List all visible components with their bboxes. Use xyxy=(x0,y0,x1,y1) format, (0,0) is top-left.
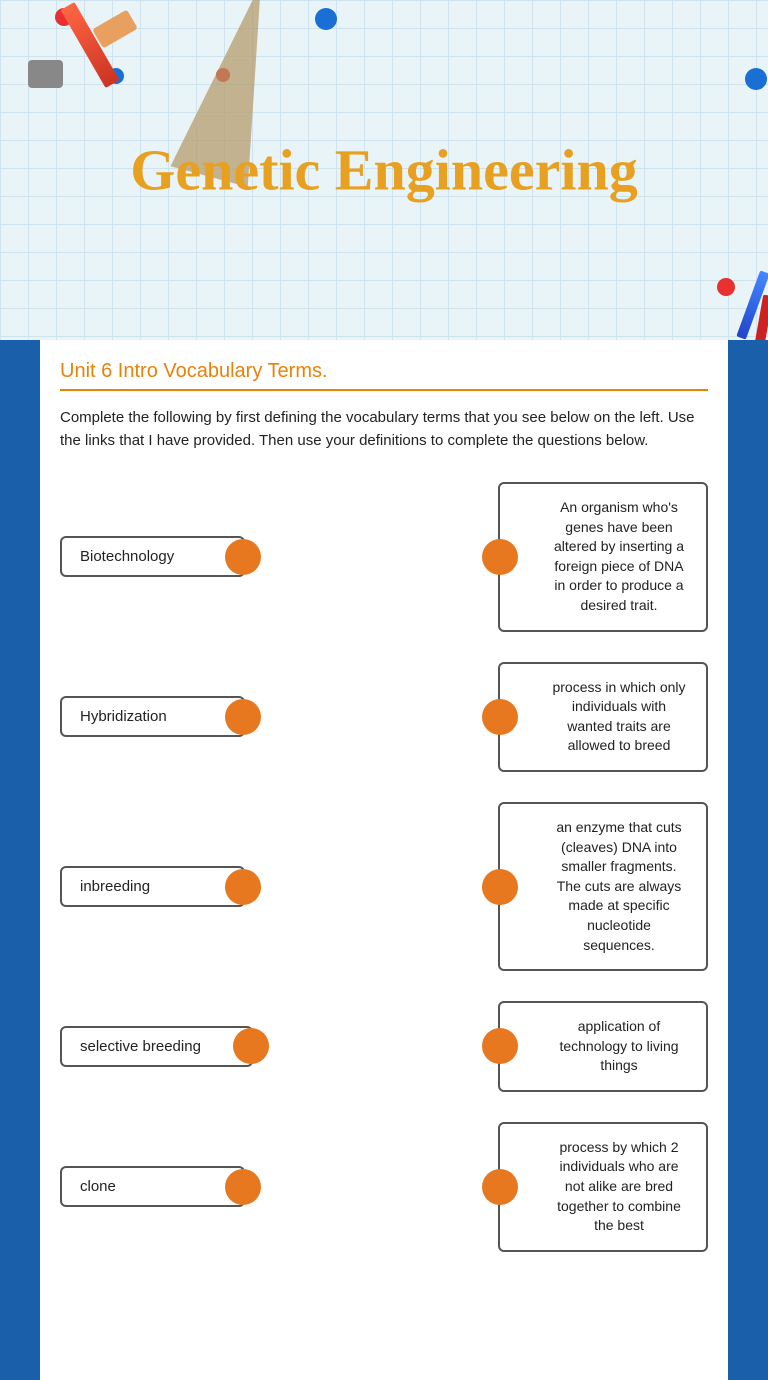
sidebar-right xyxy=(728,340,768,1380)
def-circle-2 xyxy=(482,699,518,735)
term-biotechnology[interactable]: Biotechnology xyxy=(60,536,245,577)
matching-area: Biotechnology An organism who's genes ha… xyxy=(60,482,708,1252)
decorative-dot xyxy=(717,278,735,296)
decorative-dot xyxy=(315,8,337,30)
term-circle-4 xyxy=(233,1028,269,1064)
def-text-4: application of technology to living thin… xyxy=(550,1017,688,1076)
connector-2 xyxy=(245,716,498,718)
def-box-5[interactable]: process by which 2 individuals who are n… xyxy=(498,1122,708,1252)
def-text-1: An organism who's genes have been altere… xyxy=(550,498,688,616)
connector-1 xyxy=(245,556,498,558)
term-label: Biotechnology xyxy=(80,548,174,565)
term-label: selective breeding xyxy=(80,1038,201,1055)
term-label: inbreeding xyxy=(80,878,150,895)
term-label: clone xyxy=(80,1178,116,1195)
match-row-2: Hybridization process in which only indi… xyxy=(60,662,708,772)
match-row-3: inbreeding an enzyme that cuts (cleaves)… xyxy=(60,802,708,971)
match-row-4: selective breeding application of techno… xyxy=(60,1001,708,1092)
def-text-2: process in which only individuals with w… xyxy=(550,678,688,756)
section-divider xyxy=(60,389,708,391)
def-box-3[interactable]: an enzyme that cuts (cleaves) DNA into s… xyxy=(498,802,708,971)
connector-3 xyxy=(245,886,498,888)
connector-5 xyxy=(245,1186,498,1188)
content-area: Unit 6 Intro Vocabulary Terms. Complete … xyxy=(40,340,728,1380)
term-circle-2 xyxy=(225,699,261,735)
decorative-dot xyxy=(745,68,767,90)
term-circle-1 xyxy=(225,539,261,575)
def-circle-1 xyxy=(482,539,518,575)
term-selective-breeding[interactable]: selective breeding xyxy=(60,1026,253,1067)
match-row-1: Biotechnology An organism who's genes ha… xyxy=(60,482,708,632)
header-section: Genetic Engineering xyxy=(0,0,768,340)
page-title: Genetic Engineering xyxy=(0,137,768,204)
def-box-1[interactable]: An organism who's genes have been altere… xyxy=(498,482,708,632)
def-circle-4 xyxy=(482,1028,518,1064)
term-hybridization[interactable]: Hybridization xyxy=(60,696,245,737)
def-circle-3 xyxy=(482,869,518,905)
section-title: Unit 6 Intro Vocabulary Terms. xyxy=(60,360,708,383)
match-row-5: clone process by which 2 individuals who… xyxy=(60,1122,708,1252)
sidebar-left xyxy=(0,340,40,1380)
term-clone[interactable]: clone xyxy=(60,1166,245,1207)
def-circle-5 xyxy=(482,1169,518,1205)
def-text-5: process by which 2 individuals who are n… xyxy=(550,1138,688,1236)
instructions-text: Complete the following by first defining… xyxy=(60,407,708,452)
term-circle-5 xyxy=(225,1169,261,1205)
sharpener-decoration xyxy=(28,60,63,88)
def-box-2[interactable]: process in which only individuals with w… xyxy=(498,662,708,772)
def-text-3: an enzyme that cuts (cleaves) DNA into s… xyxy=(550,818,688,955)
def-box-4[interactable]: application of technology to living thin… xyxy=(498,1001,708,1092)
term-label: Hybridization xyxy=(80,708,167,725)
term-circle-3 xyxy=(225,869,261,905)
term-inbreeding[interactable]: inbreeding xyxy=(60,866,245,907)
connector-4 xyxy=(253,1045,498,1047)
